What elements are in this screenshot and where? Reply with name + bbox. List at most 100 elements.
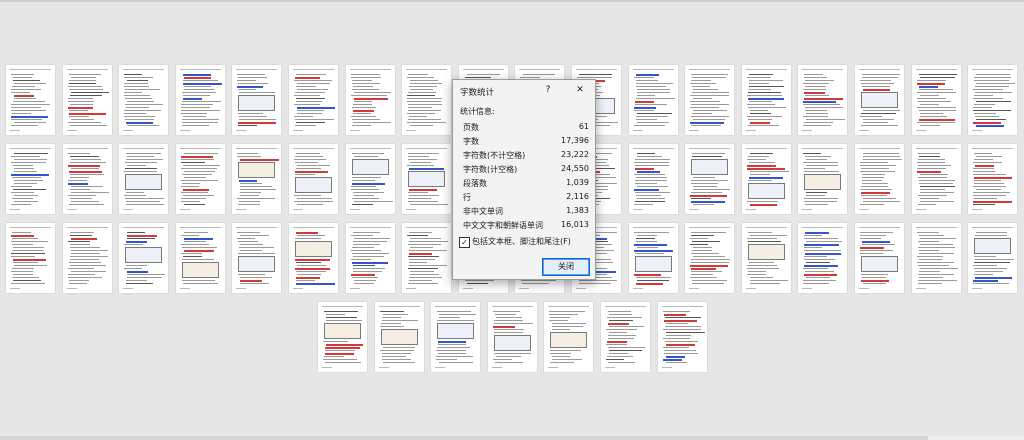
page-thumbnail[interactable]	[119, 65, 168, 135]
page-thumbnail[interactable]	[346, 144, 395, 214]
text-line	[182, 125, 209, 126]
page-thumbnail[interactable]	[346, 65, 395, 135]
close-icon[interactable]: ✕	[573, 84, 587, 96]
text-line	[69, 80, 96, 81]
checkbox-box[interactable]: ✓	[459, 237, 470, 248]
page-thumbnail[interactable]	[63, 65, 112, 135]
help-icon[interactable]: ?	[541, 84, 555, 96]
page-thumbnail[interactable]	[601, 302, 650, 372]
page-header-rule	[972, 148, 1013, 149]
page-thumbnail[interactable]	[855, 144, 904, 214]
page-thumbnail[interactable]	[968, 65, 1017, 135]
page-thumbnail[interactable]	[629, 65, 678, 135]
page-thumbnail[interactable]	[232, 144, 281, 214]
text-line	[126, 265, 147, 266]
page-thumbnail[interactable]	[685, 223, 734, 293]
page-thumbnail[interactable]	[402, 144, 451, 214]
checkbox-label[interactable]: 包括文本框、脚注和尾注(F)	[472, 236, 571, 247]
page-thumbnail[interactable]	[289, 144, 338, 214]
text-line	[126, 204, 164, 205]
text-line	[70, 265, 106, 266]
page-thumbnail[interactable]	[912, 65, 961, 135]
stat-row-pages: 页数 61	[463, 122, 589, 135]
page-thumbnail[interactable]	[431, 302, 480, 372]
page-thumbnail[interactable]	[742, 144, 791, 214]
page-thumbnail[interactable]	[176, 144, 225, 214]
text-line	[127, 125, 159, 126]
text-line	[804, 122, 833, 123]
text-line	[294, 195, 321, 196]
page-thumbnail[interactable]	[742, 223, 791, 293]
page-thumbnail[interactable]	[912, 144, 961, 214]
text-line	[437, 311, 471, 312]
page-thumbnail[interactable]	[6, 223, 55, 293]
page-thumbnail[interactable]	[119, 144, 168, 214]
text-line	[408, 201, 438, 202]
text-line	[747, 201, 778, 202]
text-line	[749, 101, 772, 102]
page-thumbnail[interactable]	[488, 302, 537, 372]
text-line	[920, 174, 948, 175]
page-figure	[352, 159, 389, 175]
page-thumbnail[interactable]	[289, 223, 338, 293]
page-thumbnail[interactable]	[855, 65, 904, 135]
page-thumbnail[interactable]	[289, 65, 338, 135]
text-line	[296, 283, 335, 285]
close-button[interactable]: 关闭	[542, 258, 590, 276]
page-thumbnail[interactable]	[544, 302, 593, 372]
page-thumbnail[interactable]	[968, 223, 1017, 293]
text-line	[467, 283, 488, 284]
text-line	[636, 116, 668, 117]
page-thumbnail[interactable]	[798, 65, 847, 135]
page-thumbnail[interactable]	[176, 65, 225, 135]
text-line	[410, 204, 448, 205]
page-thumbnail[interactable]	[798, 223, 847, 293]
text-line	[804, 171, 839, 172]
page-thumbnail[interactable]	[855, 223, 904, 293]
text-line	[691, 253, 719, 254]
page-thumbnail[interactable]	[658, 302, 707, 372]
page-thumbnail[interactable]	[375, 302, 424, 372]
page-thumbnail[interactable]	[6, 65, 55, 135]
text-line	[409, 241, 448, 242]
page-thumbnail[interactable]	[968, 144, 1017, 214]
text-line	[12, 113, 31, 114]
text-line	[408, 156, 429, 157]
page-thumbnail[interactable]	[798, 144, 847, 214]
page-thumbnail[interactable]	[629, 223, 678, 293]
page-thumbnail[interactable]	[685, 65, 734, 135]
text-line	[974, 104, 995, 105]
horizontal-scrollbar[interactable]	[0, 436, 1024, 440]
page-thumbnail[interactable]	[402, 65, 451, 135]
text-line	[184, 89, 214, 90]
page-thumbnail[interactable]	[742, 65, 791, 135]
text-line	[126, 201, 160, 202]
page-thumbnail[interactable]	[912, 223, 961, 293]
text-line	[324, 356, 344, 357]
page-thumbnail[interactable]	[685, 144, 734, 214]
page-thumbnail[interactable]	[318, 302, 367, 372]
text-line	[920, 192, 954, 193]
page-thumbnail[interactable]	[232, 65, 281, 135]
page-footer-rule	[802, 130, 812, 131]
page-thumbnail[interactable]	[119, 223, 168, 293]
text-line	[666, 323, 688, 324]
page-thumbnail[interactable]	[63, 223, 112, 293]
page-figure	[238, 256, 275, 272]
page-thumbnail[interactable]	[346, 223, 395, 293]
text-line	[439, 362, 473, 363]
page-thumbnail[interactable]	[63, 144, 112, 214]
text-line	[183, 80, 218, 81]
text-line	[353, 122, 391, 123]
text-line	[973, 110, 1011, 111]
text-line	[238, 241, 258, 242]
text-line	[184, 250, 214, 252]
page-thumbnail[interactable]	[6, 144, 55, 214]
page-thumbnail[interactable]	[176, 223, 225, 293]
text-line	[351, 95, 387, 96]
scrollbar-thumb[interactable]	[928, 436, 1024, 440]
page-thumbnail[interactable]	[402, 223, 451, 293]
text-line	[354, 101, 372, 102]
page-thumbnail[interactable]	[232, 223, 281, 293]
page-thumbnail[interactable]	[629, 144, 678, 214]
